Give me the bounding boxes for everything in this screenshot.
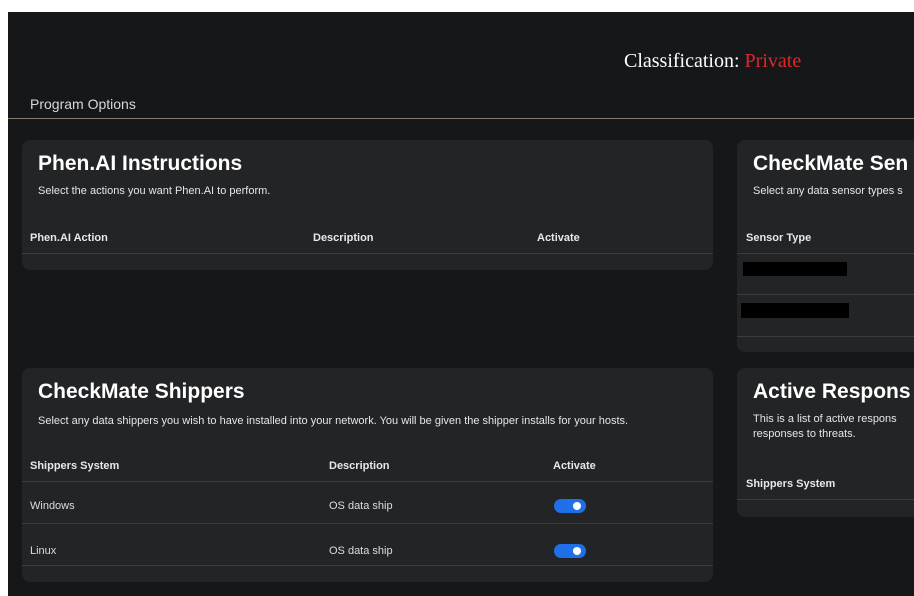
column-header-shippers-system: Shippers System bbox=[30, 460, 120, 472]
app-window: Classification: Private Program Options … bbox=[8, 12, 914, 596]
column-header-shippers-system: Shippers System bbox=[746, 478, 836, 490]
redacted-sensor-1 bbox=[743, 262, 847, 276]
row-divider bbox=[737, 336, 914, 337]
header-divider bbox=[8, 118, 914, 119]
shipper-system-cell: Linux bbox=[30, 545, 57, 557]
table-header-divider bbox=[737, 253, 914, 254]
card-title: CheckMate Shippers bbox=[38, 380, 245, 403]
card-title: CheckMate Sen bbox=[753, 152, 909, 175]
classification-label: Classification: bbox=[624, 50, 740, 72]
card-title: Phen.AI Instructions bbox=[38, 152, 243, 175]
table-header-divider bbox=[737, 499, 914, 500]
column-header-activate: Activate bbox=[537, 232, 580, 244]
card-title: Active Respons bbox=[753, 380, 911, 403]
column-header-description: Description bbox=[329, 460, 390, 472]
card-description: This is a list of active respons respons… bbox=[753, 413, 897, 440]
shipper-description-cell: OS data ship bbox=[329, 500, 393, 512]
shipper-system-cell: Windows bbox=[30, 500, 75, 512]
table-header-divider bbox=[22, 481, 713, 482]
column-header-action: Phen.AI Action bbox=[30, 232, 108, 244]
active-responses-card: Active Respons This is a list of active … bbox=[737, 368, 914, 517]
card-description: Select the actions you want Phen.AI to p… bbox=[38, 185, 271, 197]
row-divider bbox=[22, 523, 713, 524]
row-divider bbox=[737, 294, 914, 295]
card-description: Select any data shippers you wish to hav… bbox=[38, 415, 629, 427]
checkmate-shippers-card: CheckMate Shippers Select any data shipp… bbox=[22, 368, 713, 582]
column-header-description: Description bbox=[313, 232, 374, 244]
shipper-description-cell: OS data ship bbox=[329, 545, 393, 557]
program-options-heading: Program Options bbox=[30, 96, 136, 112]
classification-value: Private bbox=[744, 50, 802, 72]
toggle-knob bbox=[573, 502, 581, 510]
redacted-sensor-2 bbox=[741, 303, 849, 318]
windows-activate-toggle[interactable] bbox=[554, 499, 586, 513]
column-header-sensor-type: Sensor Type bbox=[746, 232, 812, 244]
toggle-knob bbox=[573, 547, 581, 555]
checkmate-sensors-card: CheckMate Sen Select any data sensor typ… bbox=[737, 140, 914, 352]
card-description: Select any data sensor types s bbox=[753, 185, 903, 197]
phen-ai-instructions-card: Phen.AI Instructions Select the actions … bbox=[22, 140, 713, 270]
table-header-divider bbox=[22, 253, 713, 254]
classification-banner: Classification: Private bbox=[624, 50, 801, 73]
column-header-activate: Activate bbox=[553, 460, 596, 472]
linux-activate-toggle[interactable] bbox=[554, 544, 586, 558]
row-divider bbox=[22, 565, 713, 566]
